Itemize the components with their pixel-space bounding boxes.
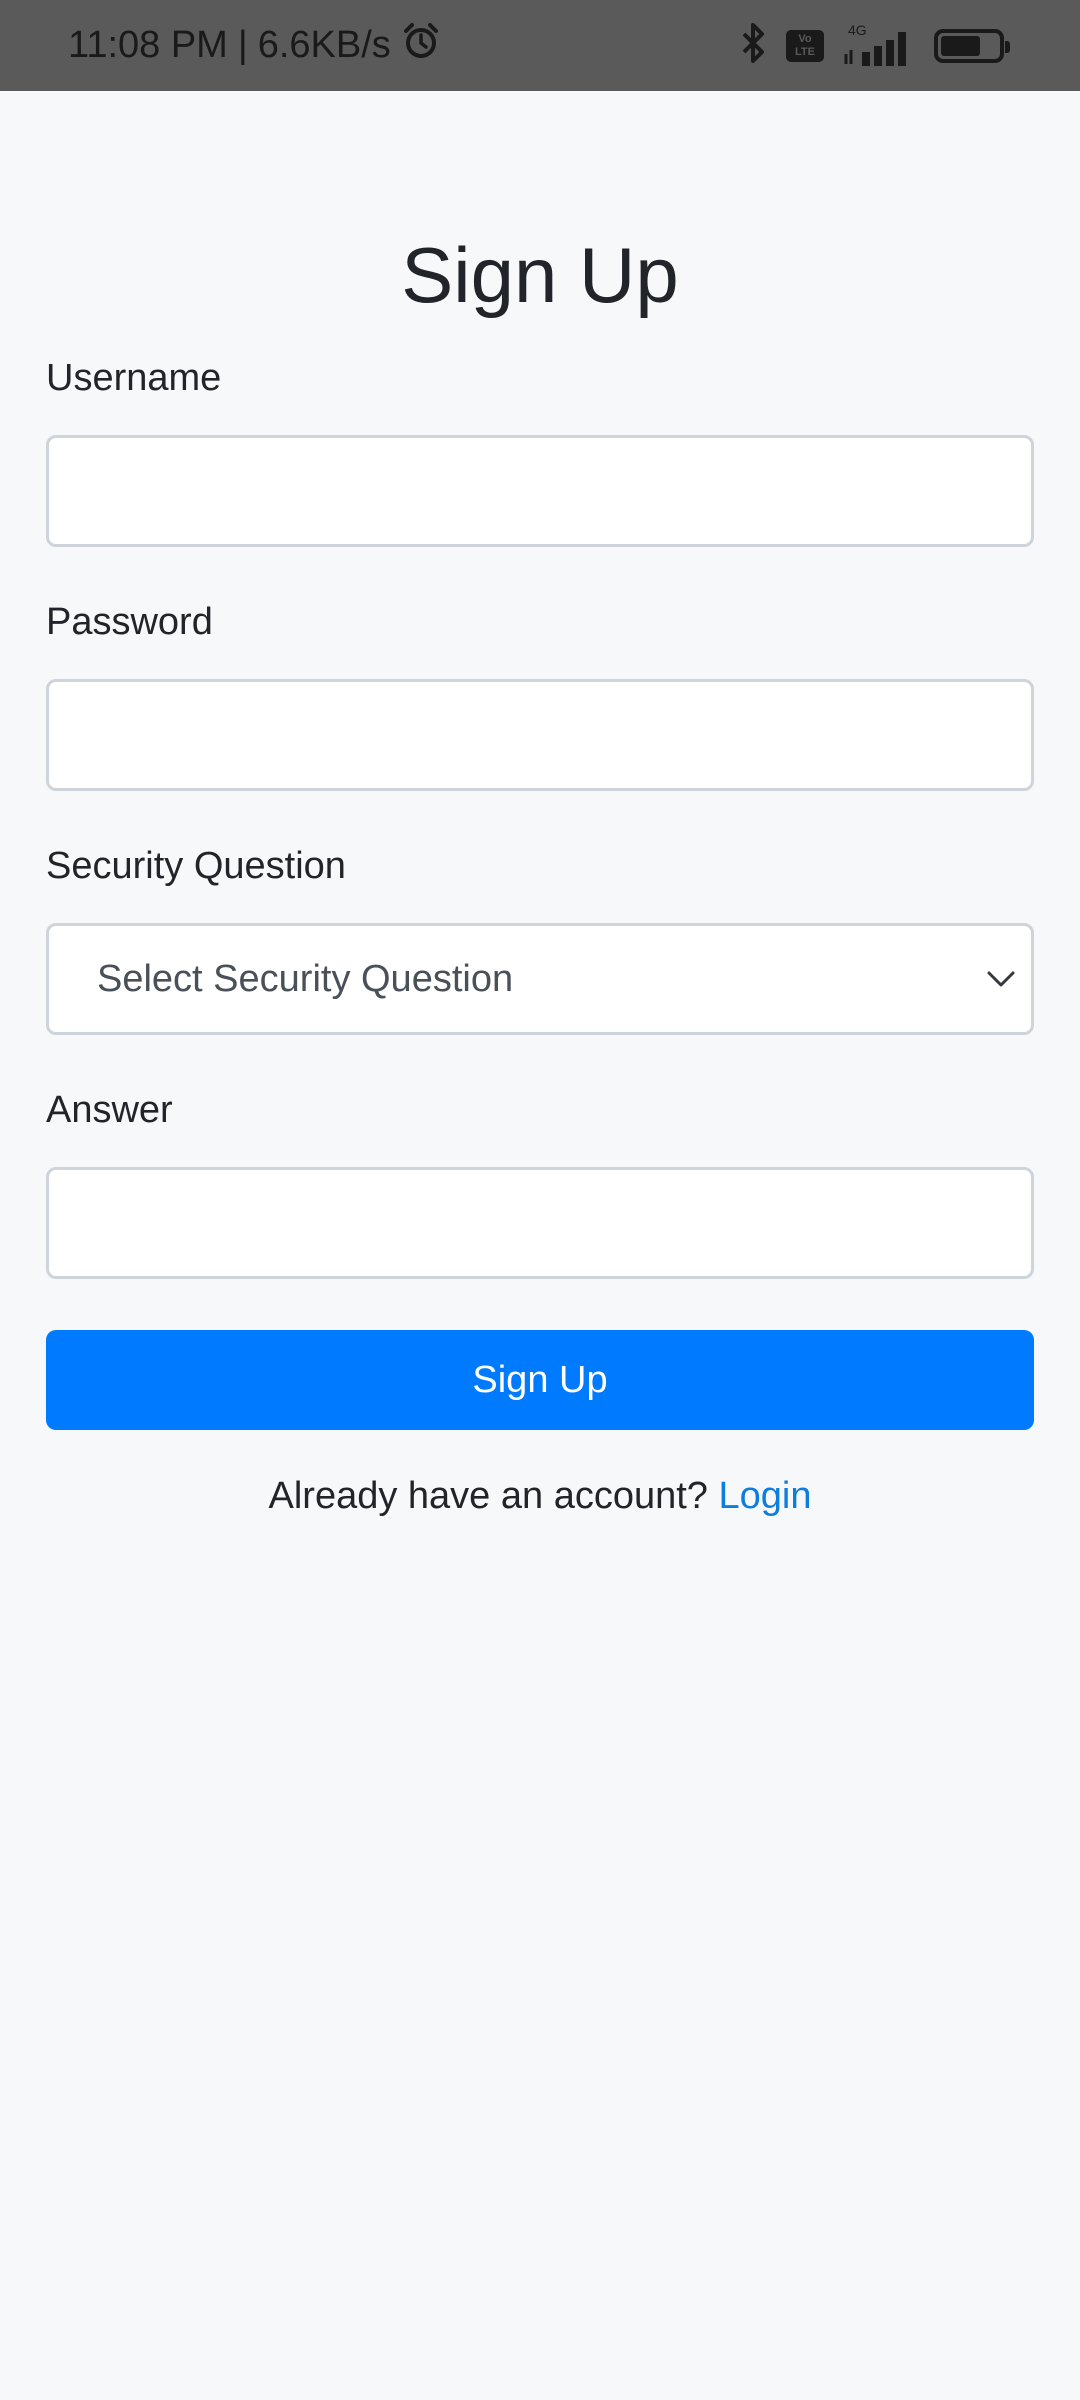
alarm-icon [401, 21, 441, 71]
answer-label: Answer [46, 1089, 173, 1131]
status-speed: 6.6KB/s [257, 24, 391, 66]
password-input[interactable] [46, 679, 1034, 791]
security-question-select[interactable]: Select Security Question [46, 923, 1034, 1035]
bluetooth-icon [738, 22, 768, 69]
login-prompt-text: Already have an account? [268, 1475, 708, 1517]
login-prompt: Already have an account? Login [0, 1475, 1080, 1518]
page-title: Sign Up [401, 231, 679, 319]
status-bar: 11:08 PM | 6.6KB/s Vo LTE 4G [0, 0, 1080, 91]
answer-input[interactable] [46, 1167, 1034, 1279]
security-question-selected: Select Security Question [97, 957, 514, 1000]
login-link[interactable]: Login [719, 1475, 812, 1517]
status-time: 11:08 PM [68, 24, 228, 66]
volte-icon: Vo LTE [786, 29, 824, 62]
sign-up-button[interactable]: Sign Up [46, 1330, 1034, 1430]
security-question-label: Security Question [46, 845, 346, 887]
signal-icon: 4G [842, 22, 916, 68]
status-left: 11:08 PM | 6.6KB/s [68, 0, 441, 91]
username-input[interactable] [46, 435, 1034, 547]
chevron-down-icon [987, 971, 1015, 987]
status-separator: | [237, 24, 248, 66]
status-right: Vo LTE 4G [738, 0, 1010, 91]
username-label: Username [46, 357, 222, 399]
password-label: Password [46, 601, 213, 643]
battery-icon [934, 28, 1010, 63]
